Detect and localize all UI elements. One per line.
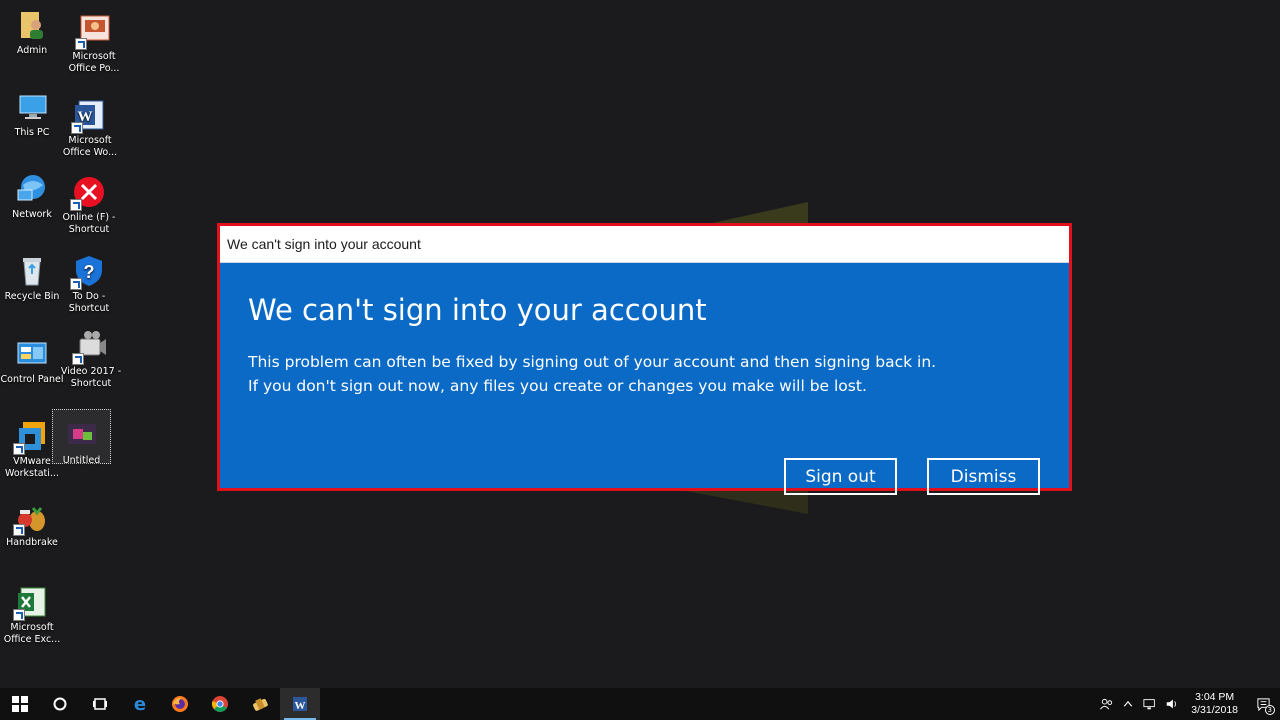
desktop-icon-label: VMware Workstati... [5,456,59,479]
task-view-button[interactable] [80,688,120,720]
taskbar-firefox[interactable] [160,688,200,720]
taskbar-clock[interactable]: 3:04 PM 3/31/2018 [1183,691,1246,717]
desktop-icon-control-panel[interactable]: Control Panel [0,337,64,386]
shortcut-arrow-icon [71,122,83,134]
shortcut-arrow-icon [13,609,25,621]
desktop-icon-online-f[interactable]: Online (F) - Shortcut [57,175,121,236]
computer-icon [15,90,49,124]
desktop-icon-this-pc[interactable]: This PC [0,90,64,139]
taskbar: e W 3:04 PM 3/31/2018 3 [0,688,1280,720]
desktop-icon-label: Microsoft Office Exc... [3,622,61,645]
desktop-icon-admin[interactable]: Admin [0,8,64,57]
task-view-icon [93,698,107,710]
desktop-icon-video-2017[interactable]: Video 2017 - Shortcut [59,329,123,390]
taskbar-word[interactable]: W [280,688,320,720]
excel-icon [13,585,49,621]
dismiss-button[interactable]: Dismiss [927,458,1040,495]
sign-out-button[interactable]: Sign out [784,458,897,495]
media-file-icon [65,418,99,452]
error-x-icon [70,175,106,211]
dialog-heading: We can't sign into your account [248,293,707,327]
clock-time: 3:04 PM [1195,691,1235,703]
shortcut-arrow-icon [70,199,82,211]
svg-text:W: W [295,700,306,712]
desktop-icon-to-do[interactable]: ? To Do - Shortcut [57,254,121,315]
desktop-icon-untitled[interactable]: Untitled [52,409,111,466]
desktop-icon-excel[interactable]: Microsoft Office Exc... [0,585,64,646]
desktop-icon-label: To Do - Shortcut [68,291,110,314]
start-button[interactable] [0,688,40,720]
recycle-bin-icon [15,254,49,288]
desktop-icon-label: Microsoft Office Po... [68,51,120,74]
shortcut-arrow-icon [13,443,25,455]
shortcut-arrow-icon [72,353,84,365]
shortcut-arrow-icon [70,278,82,290]
network-status-icon[interactable] [1139,688,1161,720]
control-panel-icon [15,337,49,371]
desktop-icon-label: This PC [14,127,50,138]
word-icon: W [293,697,307,712]
user-folder-icon [15,8,49,42]
desktop-icon-handbrake[interactable]: Handbrake [0,500,64,549]
video-camera-icon [72,329,108,365]
desktop-icon-word[interactable]: W Microsoft Office Wo... [58,98,122,159]
taskbar-edge[interactable]: e [120,688,160,720]
desktop-icon-label: Handbrake [6,537,58,548]
desktop-icon-label: Video 2017 - Shortcut [60,366,122,389]
dialog-message-line-1: This problem can often be fixed by signi… [248,353,937,371]
dialog-message: This problem can often be fixed by signi… [248,350,936,398]
shortcut-arrow-icon [75,38,87,50]
desktop-icon-label: Recycle Bin [4,291,60,302]
desktop-icon-label: Admin [16,45,48,56]
app-icon [253,698,268,711]
system-tray: 3:04 PM 3/31/2018 3 [1095,688,1280,720]
volume-icon[interactable] [1161,688,1183,720]
taskbar-app[interactable] [240,688,280,720]
network-globe-icon [15,172,49,206]
clock-date: 3/31/2018 [1191,704,1238,716]
taskbar-chrome[interactable] [200,688,240,720]
word-icon: W [71,98,107,134]
notification-count-badge: 3 [1264,705,1275,715]
handbrake-pineapple-icon [13,500,49,536]
powerpoint-icon [75,14,111,50]
cortana-button[interactable] [40,688,80,720]
firefox-icon [172,696,188,712]
chrome-icon [212,696,228,712]
desktop-icon-label: Network [12,209,52,220]
desktop-icon-label: Microsoft Office Wo... [62,135,118,158]
desktop-icon-label: Online (F) - Shortcut [62,212,116,235]
svg-text:e: e [134,695,146,713]
dialog-body: We can't sign into your account This pro… [220,263,1069,495]
desktop-icon-label: Control Panel [0,374,64,385]
people-icon[interactable] [1095,688,1117,720]
desktop-icon-label: Untitled [62,455,101,466]
windows-start-icon [12,696,28,712]
dialog-titlebar: We can't sign into your account [220,226,1069,263]
sign-in-error-dialog: We can't sign into your account We can't… [217,223,1072,495]
shortcut-arrow-icon [13,524,25,536]
vmware-icon [13,419,49,455]
help-shield-icon: ? [70,254,106,290]
desktop-icon-network[interactable]: Network [0,172,64,221]
chevron-up-icon[interactable] [1117,688,1139,720]
desktop-icon-powerpoint[interactable]: Microsoft Office Po... [62,14,126,75]
desktop-icon-recycle-bin[interactable]: Recycle Bin [0,254,64,303]
edge-icon: e [134,695,146,713]
svg-text:?: ? [84,262,95,282]
cortana-icon [53,697,67,711]
dialog-message-line-2: If you don't sign out now, any files you… [248,377,867,395]
action-center-icon[interactable]: 3 [1246,688,1280,720]
